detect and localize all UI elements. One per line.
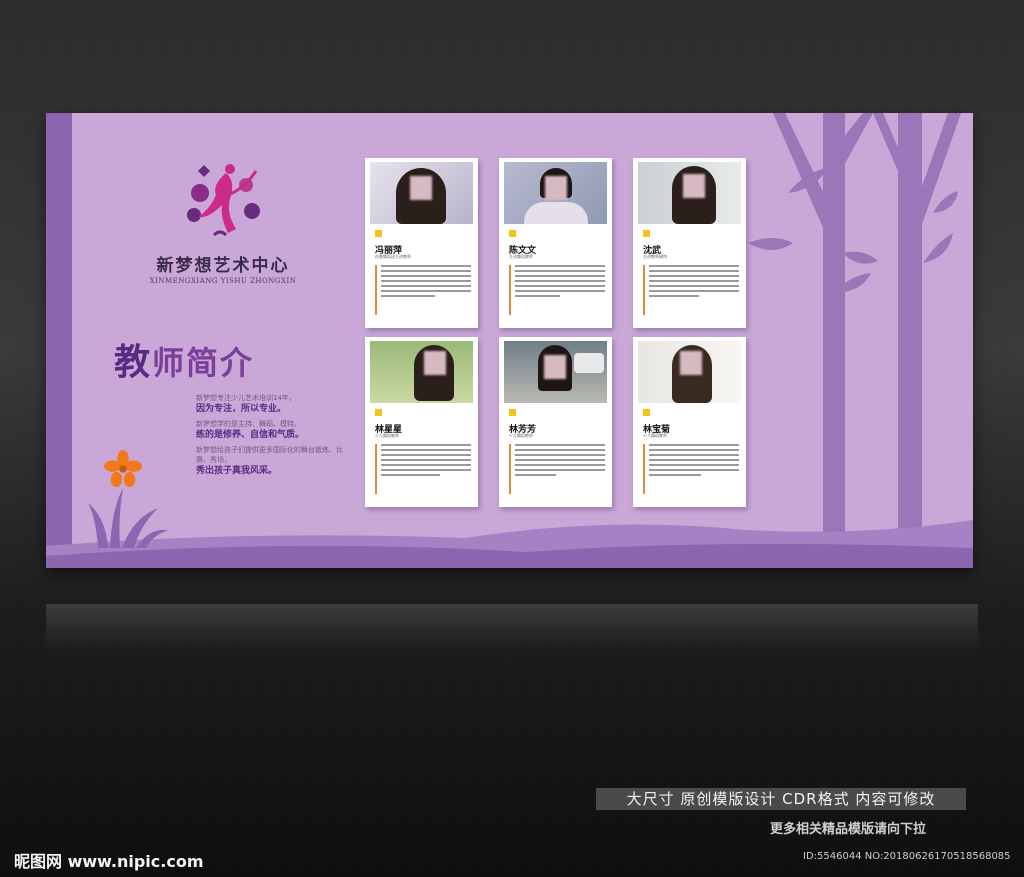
- site-watermark[interactable]: 昵图网 www.nipic.com: [14, 848, 204, 872]
- more-templates-text: 更多相关精品模版请向下拉: [770, 822, 927, 837]
- teacher-photo: [638, 162, 741, 224]
- intro-line-small: 新梦想给孩子们提供更多国际化的舞台锻炼、比赛、秀场，: [196, 446, 343, 464]
- teacher-card: 林星星 少儿舞蹈教师: [365, 337, 478, 507]
- teacher-role: 主讲教师模特: [643, 254, 667, 259]
- teacher-role: 少儿舞蹈教师: [375, 433, 399, 438]
- teacher-bio: [375, 444, 471, 494]
- teacher-role: 主讲舞蹈教师: [509, 254, 533, 259]
- teacher-photo: [370, 341, 473, 403]
- heading-part2: 师简介: [152, 344, 255, 382]
- intro-line-big: 因为专注，所以专业。: [196, 404, 287, 414]
- image-id-text: ID:5546044 NO:20180626170518568085: [803, 851, 1011, 862]
- teacher-role: 少儿舞蹈教师: [509, 433, 533, 438]
- teacher-photo: [504, 341, 607, 403]
- teacher-card: 冯丽萍 任教舞蹈班主讲教师: [365, 158, 478, 328]
- teacher-bio: [643, 265, 739, 315]
- board-reflection: [46, 604, 978, 664]
- grass-decoration: [88, 488, 168, 548]
- teacher-card: 林芳芳 少儿舞蹈教师: [499, 337, 612, 507]
- teacher-photo: [504, 162, 607, 224]
- teacher-role: 少儿舞蹈教师: [643, 433, 667, 438]
- teacher-card: 林宝菊 少儿舞蹈教师: [633, 337, 746, 507]
- tag-icon: [509, 230, 516, 237]
- display-board: 新梦想艺术中心 XINMENGXIANG YISHU ZHONGXIN 教师简介…: [46, 113, 973, 568]
- board-left-stripe: [46, 113, 72, 568]
- teacher-photo: [370, 162, 473, 224]
- intro-text: 新梦想专注少儿艺术培训14年， 因为专注，所以专业。 新梦想学的是主持、舞蹈、模…: [196, 393, 356, 481]
- teacher-bio: [509, 444, 605, 494]
- tag-icon: [509, 409, 516, 416]
- tag-icon: [643, 409, 650, 416]
- brand-name-en: XINMENGXIANG YISHU ZHONGXIN: [149, 277, 297, 285]
- hills-decoration: [46, 520, 973, 568]
- tag-icon: [375, 230, 382, 237]
- brand-name-cn: 新梦想艺术中心: [156, 256, 290, 276]
- intro-line-small: 新梦想专注少儿艺术培训14年，: [196, 394, 296, 402]
- teacher-role: 任教舞蹈班主讲教师: [375, 254, 411, 259]
- teacher-bio: [643, 444, 739, 494]
- tag-icon: [375, 409, 382, 416]
- teacher-bio: [509, 265, 605, 315]
- heading-part1: 教: [114, 341, 153, 383]
- teacher-photo: [638, 341, 741, 403]
- intro-line-small: 新梦想学的是主持、舞蹈、模特，: [196, 420, 301, 428]
- dancer-logo: [187, 164, 260, 237]
- teacher-card: 陈文文 主讲舞蹈教师: [499, 158, 612, 328]
- promo-banner: 大尺寸 原创模版设计 CDR格式 内容可修改: [596, 788, 966, 810]
- intro-line-big: 练的是修养、自信和气质。: [196, 430, 305, 440]
- teacher-card: 沈武 主讲教师模特: [633, 158, 746, 328]
- tree-decoration: [748, 113, 961, 543]
- teacher-intro-heading: 教师简介: [114, 333, 254, 385]
- teacher-bio: [375, 265, 471, 315]
- tag-icon: [643, 230, 650, 237]
- intro-line-big: 秀出孩子真我风采。: [196, 466, 278, 476]
